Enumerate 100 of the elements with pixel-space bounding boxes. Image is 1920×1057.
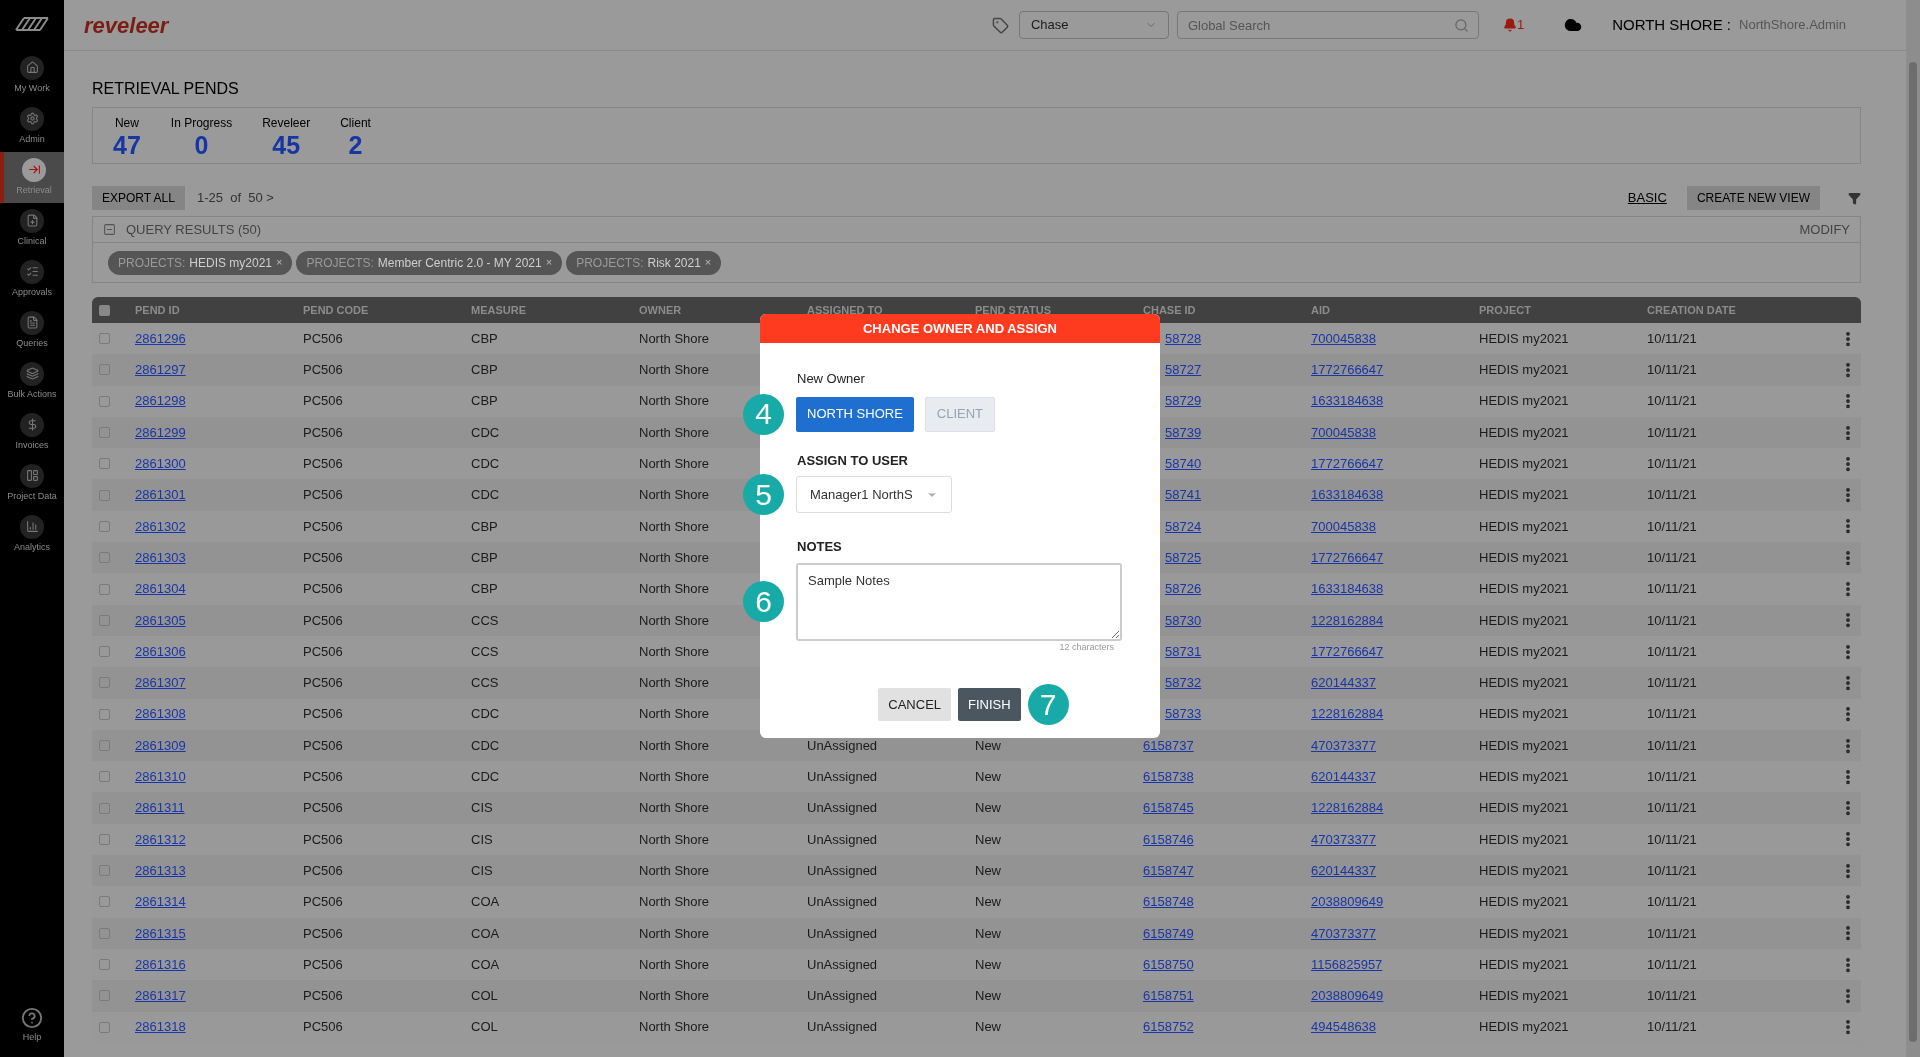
pend-id-link[interactable]: 2861300 <box>135 456 186 472</box>
basic-link[interactable]: BASIC <box>1627 188 1667 208</box>
aid-link[interactable]: 1633184638 <box>1311 393 1384 409</box>
row-checkbox[interactable] <box>99 990 110 1002</box>
filter-icon[interactable] <box>1848 191 1861 205</box>
create-new-view-button[interactable]: CREATE NEW VIEW <box>1686 186 1820 210</box>
chase-id-link[interactable]: 58739 <box>1165 424 1202 440</box>
notification-button[interactable]: 1 <box>1502 15 1525 35</box>
chase-id-link[interactable]: 6158749 <box>1143 925 1194 941</box>
chase-id-link[interactable]: 58730 <box>1165 612 1202 628</box>
pend-id-link[interactable]: 2861313 <box>135 862 186 878</box>
column-header[interactable]: MEASURE <box>471 301 639 319</box>
row-checkbox[interactable] <box>99 333 110 345</box>
pend-id-link[interactable]: 2861307 <box>135 675 186 691</box>
cancel-button[interactable]: CANCEL <box>878 688 952 721</box>
owner-option-button[interactable]: CLIENT <box>924 396 996 432</box>
pend-id-link[interactable]: 2861304 <box>135 581 186 597</box>
sidebar-item[interactable]: Project Data <box>0 458 64 509</box>
select-all-checkbox[interactable] <box>99 304 110 316</box>
sidebar-item[interactable]: Bulk Actions <box>0 356 64 407</box>
aid-link[interactable]: 470373377 <box>1311 737 1377 753</box>
sidebar-item[interactable]: Clinical <box>0 203 64 254</box>
chase-id-link[interactable]: 58729 <box>1165 393 1202 409</box>
column-header[interactable]: PEND CODE <box>303 301 471 319</box>
aid-link[interactable]: 2038809649 <box>1311 988 1384 1004</box>
row-checkbox[interactable] <box>99 646 110 658</box>
row-checkbox[interactable] <box>99 833 110 845</box>
pend-id-link[interactable]: 2861309 <box>135 737 186 753</box>
row-checkbox[interactable] <box>99 583 110 595</box>
column-header[interactable]: AID <box>1311 301 1479 319</box>
chase-id-link[interactable]: 6158746 <box>1143 831 1194 847</box>
chase-id-link[interactable]: 58733 <box>1165 706 1202 722</box>
help-button[interactable]: Help <box>0 1001 64 1051</box>
pend-id-link[interactable]: 2861305 <box>135 612 186 628</box>
sidebar-item[interactable]: Analytics <box>0 509 64 560</box>
chase-id-link[interactable]: 58726 <box>1165 581 1202 597</box>
aid-link[interactable]: 1156825957 <box>1311 956 1383 972</box>
pend-id-link[interactable]: 2861318 <box>135 1019 186 1035</box>
aid-link[interactable]: 1228162884 <box>1311 800 1384 816</box>
collapse-icon[interactable] <box>103 223 116 236</box>
pend-id-link[interactable]: 2861298 <box>135 393 186 409</box>
column-header[interactable]: CREATION DATE <box>1647 301 1815 319</box>
row-checkbox[interactable] <box>99 395 110 407</box>
notes-field[interactable]: Sample Notes <box>796 562 1122 641</box>
pend-id-link[interactable]: 2861316 <box>135 956 186 972</box>
row-checkbox[interactable] <box>99 865 110 877</box>
filter-chip[interactable]: PROJECTS: Member Centric 2.0 - MY 2021 × <box>296 250 563 275</box>
pend-id-link[interactable]: 2861314 <box>135 894 186 910</box>
pend-id-link[interactable]: 2861310 <box>135 769 186 785</box>
aid-link[interactable]: 470373377 <box>1311 831 1377 847</box>
pend-id-link[interactable]: 2861301 <box>135 487 186 503</box>
aid-link[interactable]: 1228162884 <box>1311 706 1384 722</box>
aid-link[interactable]: 2038809649 <box>1311 894 1384 910</box>
row-checkbox[interactable] <box>99 552 110 564</box>
aid-link[interactable]: 700045838 <box>1311 518 1377 534</box>
pend-id-link[interactable]: 2861299 <box>135 424 186 440</box>
row-checkbox[interactable] <box>99 896 110 908</box>
sidebar-item[interactable]: Approvals <box>0 254 64 305</box>
aid-link[interactable]: 1772766647 <box>1311 362 1384 378</box>
aid-link[interactable]: 1772766647 <box>1311 549 1384 565</box>
modify-link[interactable]: MODIFY <box>1799 219 1850 240</box>
chase-id-link[interactable]: 58725 <box>1165 549 1202 565</box>
aid-link[interactable]: 1633184638 <box>1311 581 1384 597</box>
pend-id-link[interactable]: 2861296 <box>135 330 186 346</box>
row-checkbox[interactable] <box>99 364 110 376</box>
row-checkbox[interactable] <box>99 740 110 751</box>
chase-id-link[interactable]: 58740 <box>1165 456 1202 472</box>
chip-remove[interactable]: × <box>276 254 283 271</box>
filter-chip[interactable]: PROJECTS: Risk 2021 × <box>566 250 722 275</box>
aid-link[interactable]: 1228162884 <box>1311 612 1384 628</box>
row-checkbox[interactable] <box>99 427 110 439</box>
pend-id-link[interactable]: 2861315 <box>135 925 186 941</box>
aid-link[interactable]: 620144337 <box>1311 862 1377 878</box>
chip-remove[interactable]: × <box>545 254 553 271</box>
aid-link[interactable]: 494548638 <box>1311 1019 1377 1035</box>
sidebar-item[interactable]: Retrieval <box>0 152 64 203</box>
chase-id-link[interactable]: 6158750 <box>1143 956 1194 972</box>
chase-id-link[interactable]: 6158738 <box>1143 769 1194 785</box>
chase-id-link[interactable]: 58731 <box>1165 643 1202 659</box>
aid-link[interactable]: 620144337 <box>1311 675 1377 691</box>
aid-link[interactable]: 700045838 <box>1311 424 1377 440</box>
row-checkbox[interactable] <box>99 489 110 501</box>
sidebar-item[interactable]: Queries <box>0 305 64 356</box>
aid-link[interactable]: 700045838 <box>1311 330 1377 346</box>
row-checkbox[interactable] <box>99 802 110 814</box>
row-checkbox[interactable] <box>99 959 110 971</box>
row-checkbox[interactable] <box>99 677 110 689</box>
sidebar-item[interactable]: Invoices <box>0 407 64 458</box>
pend-id-link[interactable]: 2861303 <box>135 549 186 565</box>
finish-button[interactable]: FINISH <box>958 688 1021 721</box>
row-checkbox[interactable] <box>99 708 110 720</box>
aid-link[interactable]: 1633184638 <box>1311 487 1384 503</box>
pend-id-link[interactable]: 2861302 <box>135 518 186 534</box>
sidebar-item[interactable]: My Work <box>0 50 64 101</box>
row-checkbox[interactable] <box>99 458 110 470</box>
chase-id-link[interactable]: 6158745 <box>1143 800 1194 816</box>
user-select[interactable]: Manager1 NorthS <box>796 476 952 513</box>
aid-link[interactable]: 1772766647 <box>1311 643 1384 659</box>
column-header[interactable]: PEND ID <box>135 301 303 319</box>
pend-id-link[interactable]: 2861312 <box>135 831 186 847</box>
